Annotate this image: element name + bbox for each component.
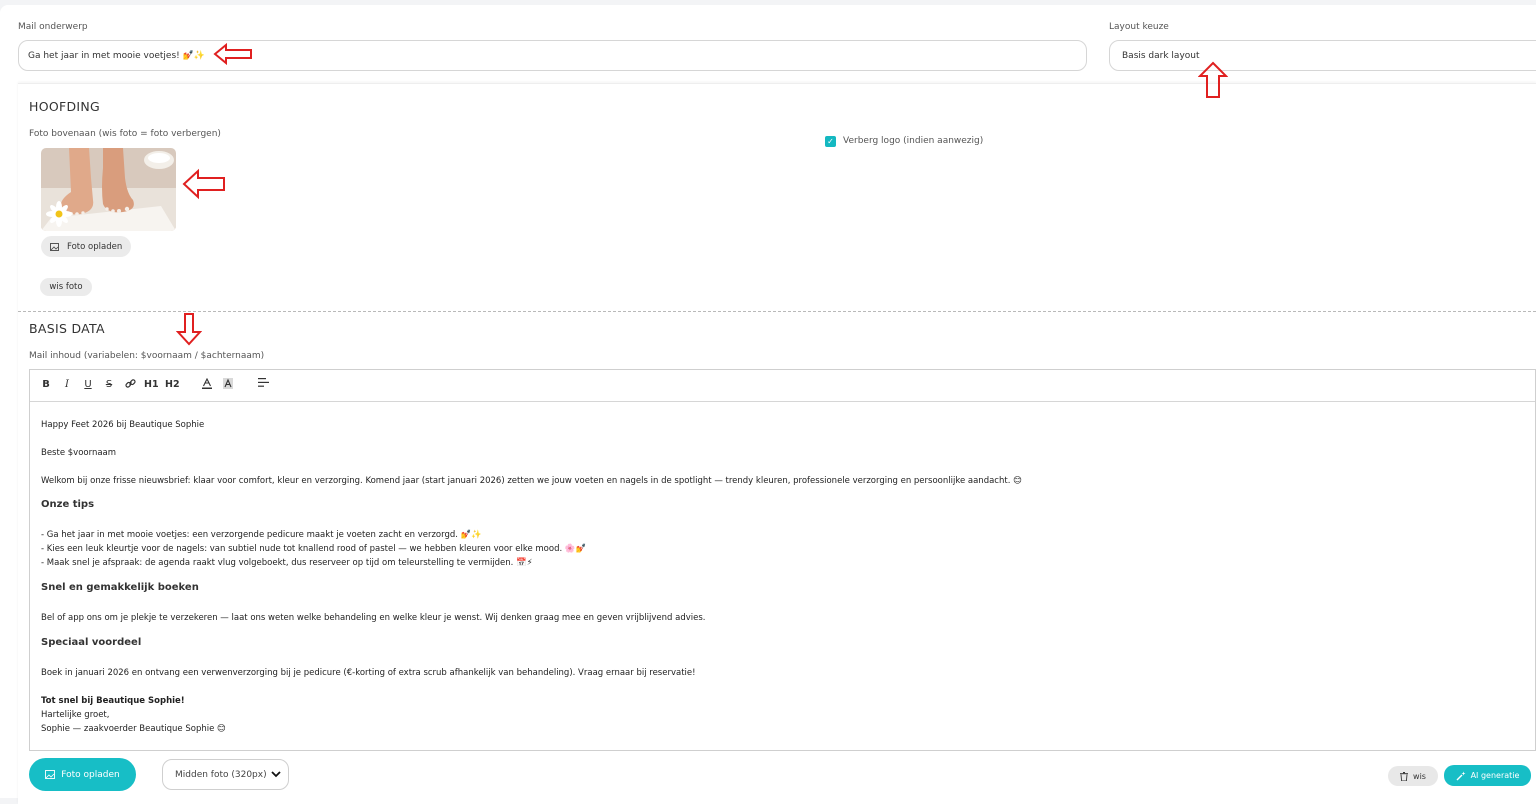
basis-section-title: BASIS DATA	[29, 321, 105, 336]
magic-wand-icon	[1456, 771, 1466, 780]
clear-photo-label: wis foto	[49, 282, 83, 292]
header-photo[interactable]	[41, 148, 176, 231]
text-color-button[interactable]	[200, 377, 214, 392]
content-heading: Onze tips	[41, 499, 95, 510]
content-line: Beste $voornaam	[41, 448, 117, 458]
upload-photo-label: Foto opladen	[67, 241, 123, 252]
bold-button[interactable]: B	[39, 378, 53, 392]
align-button[interactable]	[256, 378, 270, 392]
ai-generation-label: AI generatie	[1470, 771, 1520, 780]
content-line: - Kies een leuk kleurtje voor de nagels:…	[41, 544, 587, 554]
section-divider	[18, 311, 1536, 312]
layout-label: Layout keuze	[1109, 22, 1169, 32]
italic-button[interactable]: I	[60, 378, 74, 392]
strike-button[interactable]: S	[102, 378, 116, 392]
align-left-icon	[257, 378, 269, 387]
chevron-down-icon	[271, 771, 281, 778]
link-icon	[124, 379, 136, 388]
rich-text-editor[interactable]: B I U S H1 H2 Happy Feet 2026 bij Beauti…	[29, 369, 1536, 751]
annotation-arrow-down-icon	[176, 313, 202, 346]
footer-upload-photo-label: Foto opladen	[61, 769, 120, 780]
annotation-arrow-up-icon	[1198, 61, 1228, 98]
feet-photo-image	[41, 148, 176, 231]
content-line: Bel of app ons om je plekje te verzekere…	[41, 613, 706, 623]
subject-label: Mail onderwerp	[18, 22, 88, 32]
image-icon	[50, 242, 59, 251]
clear-button-label: wis	[1413, 771, 1426, 781]
underline-button[interactable]: U	[81, 378, 95, 392]
photo-size-select[interactable]: Midden foto (320px)	[162, 759, 289, 790]
content-heading: Speciaal voordeel	[41, 637, 142, 648]
content-line: - Ga het jaar in met mooie voetjes: een …	[41, 530, 482, 540]
subject-input[interactable]: Ga het jaar in met mooie voetjes! 💅✨	[18, 40, 1087, 71]
clear-button[interactable]: wis	[1388, 766, 1438, 786]
ai-generation-button[interactable]: AI generatie	[1444, 765, 1531, 786]
editor-toolbar: B I U S H1 H2	[30, 370, 1535, 402]
subject-value: Ga het jaar in met mooie voetjes! 💅✨	[28, 50, 206, 61]
layout-value: Basis dark layout	[1122, 50, 1200, 61]
link-button[interactable]	[123, 378, 137, 392]
content-card: HOOFDING Foto bovenaan (wis foto = foto …	[18, 83, 1536, 804]
annotation-arrow-left-icon	[182, 168, 225, 200]
photo-size-value: Midden foto (320px)	[175, 769, 267, 780]
content-heading: Snel en gemakkelijk boeken	[41, 582, 199, 593]
photo-label: Foto bovenaan (wis foto = foto verbergen…	[29, 129, 221, 139]
content-line: Happy Feet 2026 bij Beautique Sophie	[41, 420, 205, 430]
upload-photo-chip[interactable]: Foto opladen	[41, 236, 131, 257]
heading1-button[interactable]: H1	[144, 378, 159, 392]
hide-logo-checkbox[interactable]: ✓	[825, 136, 836, 147]
annotation-arrow-left-icon	[213, 43, 252, 65]
highlight-button[interactable]	[221, 378, 235, 392]
layout-select[interactable]: Basis dark layout	[1109, 40, 1536, 71]
hide-logo-label: Verberg logo (indien aanwezig)	[843, 136, 984, 146]
content-line: - Maak snel je afspraak: de agenda raakt…	[41, 558, 533, 568]
highlight-icon	[223, 378, 233, 389]
content-label: Mail inhoud (variabelen: $voornaam / $ac…	[29, 351, 265, 361]
text-color-icon	[202, 377, 212, 389]
content-line: Boek in januari 2026 en ontvang een verw…	[41, 668, 696, 678]
content-line: Sophie — zaakvoerder Beautique Sophie 😊	[41, 724, 226, 734]
trash-icon	[1400, 771, 1409, 781]
footer-upload-photo-button[interactable]: Foto opladen	[29, 758, 136, 791]
content-line: Hartelijke groet,	[41, 710, 110, 720]
clear-photo-chip[interactable]: wis foto	[40, 278, 92, 296]
content-line: Tot snel bij Beautique Sophie!	[41, 696, 185, 706]
image-icon	[45, 770, 56, 779]
header-section-title: HOOFDING	[29, 99, 101, 114]
content-line: Welkom bij onze frisse nieuwsbrief: klaa…	[41, 476, 1022, 486]
heading2-button[interactable]: H2	[165, 378, 180, 392]
